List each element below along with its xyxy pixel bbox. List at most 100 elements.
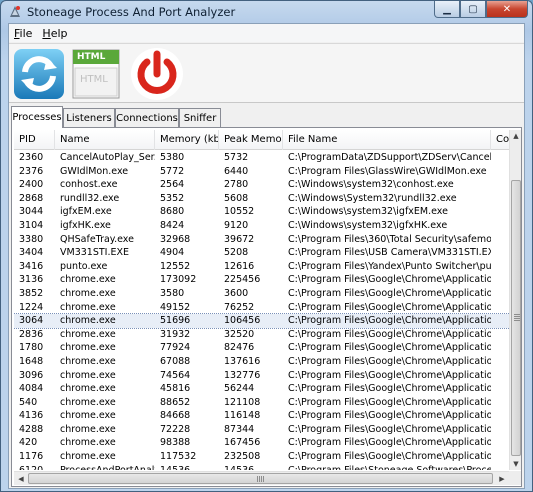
horizontal-scroll-thumb[interactable]	[28, 473, 493, 484]
table-row[interactable]: 2400 conhost.exe 2564 2780 C:\Windows\system…	[14, 178, 509, 192]
cell-pid: 3064	[19, 315, 44, 327]
table-row[interactable]: 3852 chrome.exe 3580 3600 C:\Program Files\G…	[14, 287, 509, 301]
cell-pid: 1176	[19, 451, 44, 463]
minimize-button[interactable]: ▁	[434, 1, 460, 18]
table-row[interactable]: 2836 chrome.exe 31932 32520 C:\Program Files…	[14, 328, 509, 342]
cell-command	[491, 314, 509, 328]
table-row[interactable]: 1224 chrome.exe 49152 76252 C:\Program Files…	[14, 301, 509, 315]
close-button[interactable]: ✕	[486, 1, 528, 18]
refresh-icon[interactable]	[11, 46, 67, 102]
cell-pid: 2836	[19, 328, 44, 340]
cell-pid: 4084	[19, 383, 44, 395]
cell-command	[491, 246, 509, 260]
title-bar[interactable]: Stoneage Process And Port Analyzer ▁ ▢ ✕	[1, 1, 532, 23]
table-row[interactable]: 2868 rundll32.exe 5352 5608 C:\Windows\Syste…	[14, 192, 509, 206]
tab-listeners[interactable]: Listeners	[63, 108, 115, 127]
cell-memory: 45816	[160, 383, 191, 395]
table-row[interactable]: 3136 chrome.exe 173092 225456 C:\Program Fil…	[14, 273, 509, 287]
table-row[interactable]: 4288 chrome.exe 72228 87344 C:\Program Files…	[14, 423, 509, 437]
cell-memory: 173092	[160, 274, 197, 286]
maximize-button[interactable]: ▢	[460, 1, 486, 18]
table-row[interactable]: 2360 CancelAutoPlay_Ser... 5380 5732 C:\Prog…	[14, 151, 509, 165]
vertical-scrollbar[interactable]: ▲ ▼	[509, 130, 521, 470]
cell-pid: 3380	[19, 233, 44, 245]
cell-memory: 12552	[160, 260, 191, 272]
cell-peak-memory: 82476	[224, 342, 255, 354]
vertical-scroll-thumb[interactable]	[511, 180, 521, 456]
table-row[interactable]: 6120ProcessAndPortAnaly...1453614536C:\P…	[14, 464, 509, 470]
table-row[interactable]: 1648 chrome.exe 67088 137616 C:\Program File…	[14, 355, 509, 369]
table-row[interactable]: 1176 chrome.exe 117532 232508 C:\Program Fil…	[14, 450, 509, 464]
cell-memory: 74564	[160, 369, 191, 381]
cell-memory: 4904	[160, 247, 185, 259]
cell-file-name: C:\Program Files\Google\Chrome\Applicati…	[288, 287, 491, 299]
tab-sniffer[interactable]: Sniffer	[179, 108, 221, 127]
cell-peak-memory: 5208	[224, 247, 249, 259]
scroll-right-icon[interactable]: ▶	[495, 472, 509, 486]
cell-pid: 4288	[19, 423, 44, 435]
table-row[interactable]: 3416 punto.exe 12552 12616 C:\Program Files\…	[14, 260, 509, 274]
cell-peak-memory: 12616	[224, 260, 255, 272]
processes-panel: PID Name Memory (kb) Peak Memo... File N…	[11, 127, 522, 487]
scroll-down-icon[interactable]: ▼	[510, 458, 522, 470]
tab-processes[interactable]: Processes	[11, 106, 63, 128]
tab-connections[interactable]: Connections	[115, 108, 179, 127]
cell-command	[491, 369, 509, 383]
cell-memory: 5352	[160, 192, 185, 204]
scroll-up-icon[interactable]: ▲	[510, 130, 522, 142]
cell-command	[491, 436, 509, 450]
table-row[interactable]: 3064 chrome.exe 51696 106456 C:\Program File…	[14, 313, 509, 329]
process-list[interactable]: PID Name Memory (kb) Peak Memo... File N…	[14, 130, 509, 470]
column-header-pid[interactable]: PID	[14, 130, 55, 150]
table-row[interactable]: 540 chrome.exe 88652 121108 C:\Program Files…	[14, 396, 509, 410]
power-icon[interactable]	[129, 46, 185, 102]
table-row[interactable]: 3380 QHSafeTray.exe 32968 39672 C:\Program F…	[14, 233, 509, 247]
table-row[interactable]: 3044 igfxEM.exe 8680 10552 C:\Windows\system…	[14, 205, 509, 219]
cell-peak-memory: 14536	[219, 464, 283, 470]
column-header-peak-memory[interactable]: Peak Memo...	[219, 130, 283, 150]
horizontal-scrollbar[interactable]: ◀ ▶	[14, 471, 509, 485]
menu-file[interactable]: File	[9, 27, 37, 40]
table-row[interactable]: 3404 VM331STI.EXE 4904 5208 C:\Program Files…	[14, 246, 509, 260]
scroll-left-icon[interactable]: ◀	[14, 472, 28, 486]
cell-name: chrome.exe	[60, 423, 116, 435]
table-row[interactable]: 4084 chrome.exe 45816 56244 C:\Program Files…	[14, 382, 509, 396]
cell-command	[491, 165, 509, 179]
cell-peak-memory: 10552	[224, 206, 255, 218]
column-header-name[interactable]: Name	[55, 130, 155, 150]
cell-memory: 8680	[160, 206, 185, 218]
cell-name: chrome.exe	[60, 396, 116, 408]
table-row[interactable]: 3096 chrome.exe 74564 132776 C:\Program File…	[14, 369, 509, 383]
table-row[interactable]: 1780 chrome.exe 77924 82476 C:\Program Files…	[14, 341, 509, 355]
column-header-command[interactable]: Comr	[491, 130, 509, 150]
cell-name: chrome.exe	[60, 383, 116, 395]
column-header-file-name[interactable]: File Name	[283, 130, 491, 150]
column-header-memory[interactable]: Memory (kb)	[155, 130, 219, 150]
table-row[interactable]: 3104 igfxHK.exe 8424 9120 C:\Windows\system3…	[14, 219, 509, 233]
cell-name: ProcessAndPortAnaly...	[55, 464, 155, 470]
cell-peak-memory: 87344	[224, 423, 255, 435]
cell-file-name: C:\Program Files\Google\Chrome\Applicati…	[288, 437, 491, 449]
cell-peak-memory: 5608	[224, 192, 249, 204]
list-header: PID Name Memory (kb) Peak Memo... File N…	[14, 130, 509, 150]
cell-file-name: C:\Windows\system32\conhost.exe	[288, 179, 454, 191]
cell-file-name: C:\Program Files\Google\Chrome\Applicati…	[288, 342, 491, 354]
cell-memory: 77924	[160, 342, 191, 354]
cell-name: punto.exe	[60, 260, 108, 272]
table-row[interactable]: 4136 chrome.exe 84668 116148 C:\Program File…	[14, 409, 509, 423]
cell-peak-memory: 32520	[224, 328, 255, 340]
cell-command	[491, 382, 509, 396]
cell-pid: 1224	[19, 301, 44, 313]
cell-pid: 2360	[19, 152, 44, 163]
cell-file-name: C:\Windows\System32\rundll32.exe	[288, 192, 457, 204]
cell-pid: 6120	[14, 464, 55, 470]
cell-memory: 2564	[160, 179, 185, 191]
table-row[interactable]: 2376 GWIdlMon.exe 5772 6440 C:\Program Files…	[14, 165, 509, 179]
table-row[interactable]: 420 chrome.exe 98388 167456 C:\Program Files…	[14, 436, 509, 450]
menu-help[interactable]: Help	[37, 27, 72, 40]
html-export-button[interactable]: HTML HTML	[71, 46, 121, 102]
cell-file-name: C:\Program Files\Stoneage Softwares\Proc…	[283, 464, 491, 470]
cell-peak-memory: 5732	[224, 152, 249, 163]
cell-file-name: C:\Program Files\GlassWire\GWIdlMon.exe	[288, 165, 487, 177]
cell-name: chrome.exe	[60, 301, 116, 313]
